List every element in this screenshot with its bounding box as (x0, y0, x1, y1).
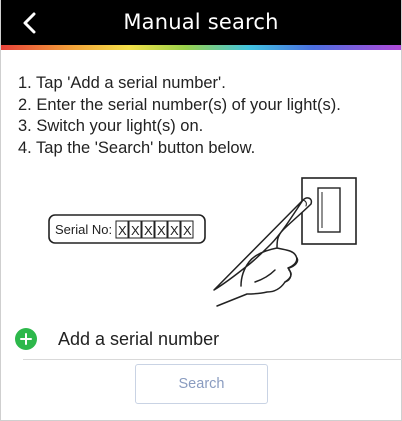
serial-char: X (131, 223, 140, 238)
serial-label-text: Serial No: (55, 222, 112, 237)
hand-drawing (213, 197, 313, 307)
plus-circle-icon (15, 328, 37, 350)
header-bar: Manual search (1, 0, 401, 45)
add-serial-number-button[interactable]: Add a serial number (15, 325, 395, 353)
instruction-step: 4. Tap the 'Search' button below. (18, 138, 256, 157)
divider (23, 359, 402, 360)
instruction-step: 2. Enter the serial number(s) of your li… (18, 95, 341, 114)
page-title: Manual search (123, 10, 279, 34)
manual-search-screen: Manual search 1. Tap 'Add a serial numbe… (0, 0, 402, 421)
serial-number-illustration: Serial No: X X X X X X (48, 177, 357, 307)
serial-char-boxes: X X X X X X (115, 220, 194, 239)
instruction-step: 3. Switch your light(s) on. (18, 117, 204, 135)
serial-char: X (183, 223, 192, 238)
instruction-step: 1. Tap 'Add a serial number'. (18, 74, 226, 92)
rainbow-accent-bar (1, 45, 401, 50)
search-button[interactable]: Search (135, 364, 268, 404)
serial-char: X (144, 223, 153, 238)
instruction-list: 1. Tap 'Add a serial number'. 2. Enter t… (18, 73, 341, 159)
serial-label-tag: Serial No: X X X X X X (48, 214, 206, 244)
serial-char: X (170, 223, 179, 238)
serial-char: X (157, 223, 166, 238)
serial-char: X (118, 223, 127, 238)
add-serial-number-label: Add a serial number (58, 328, 220, 349)
light-switch-drawing (301, 177, 357, 245)
